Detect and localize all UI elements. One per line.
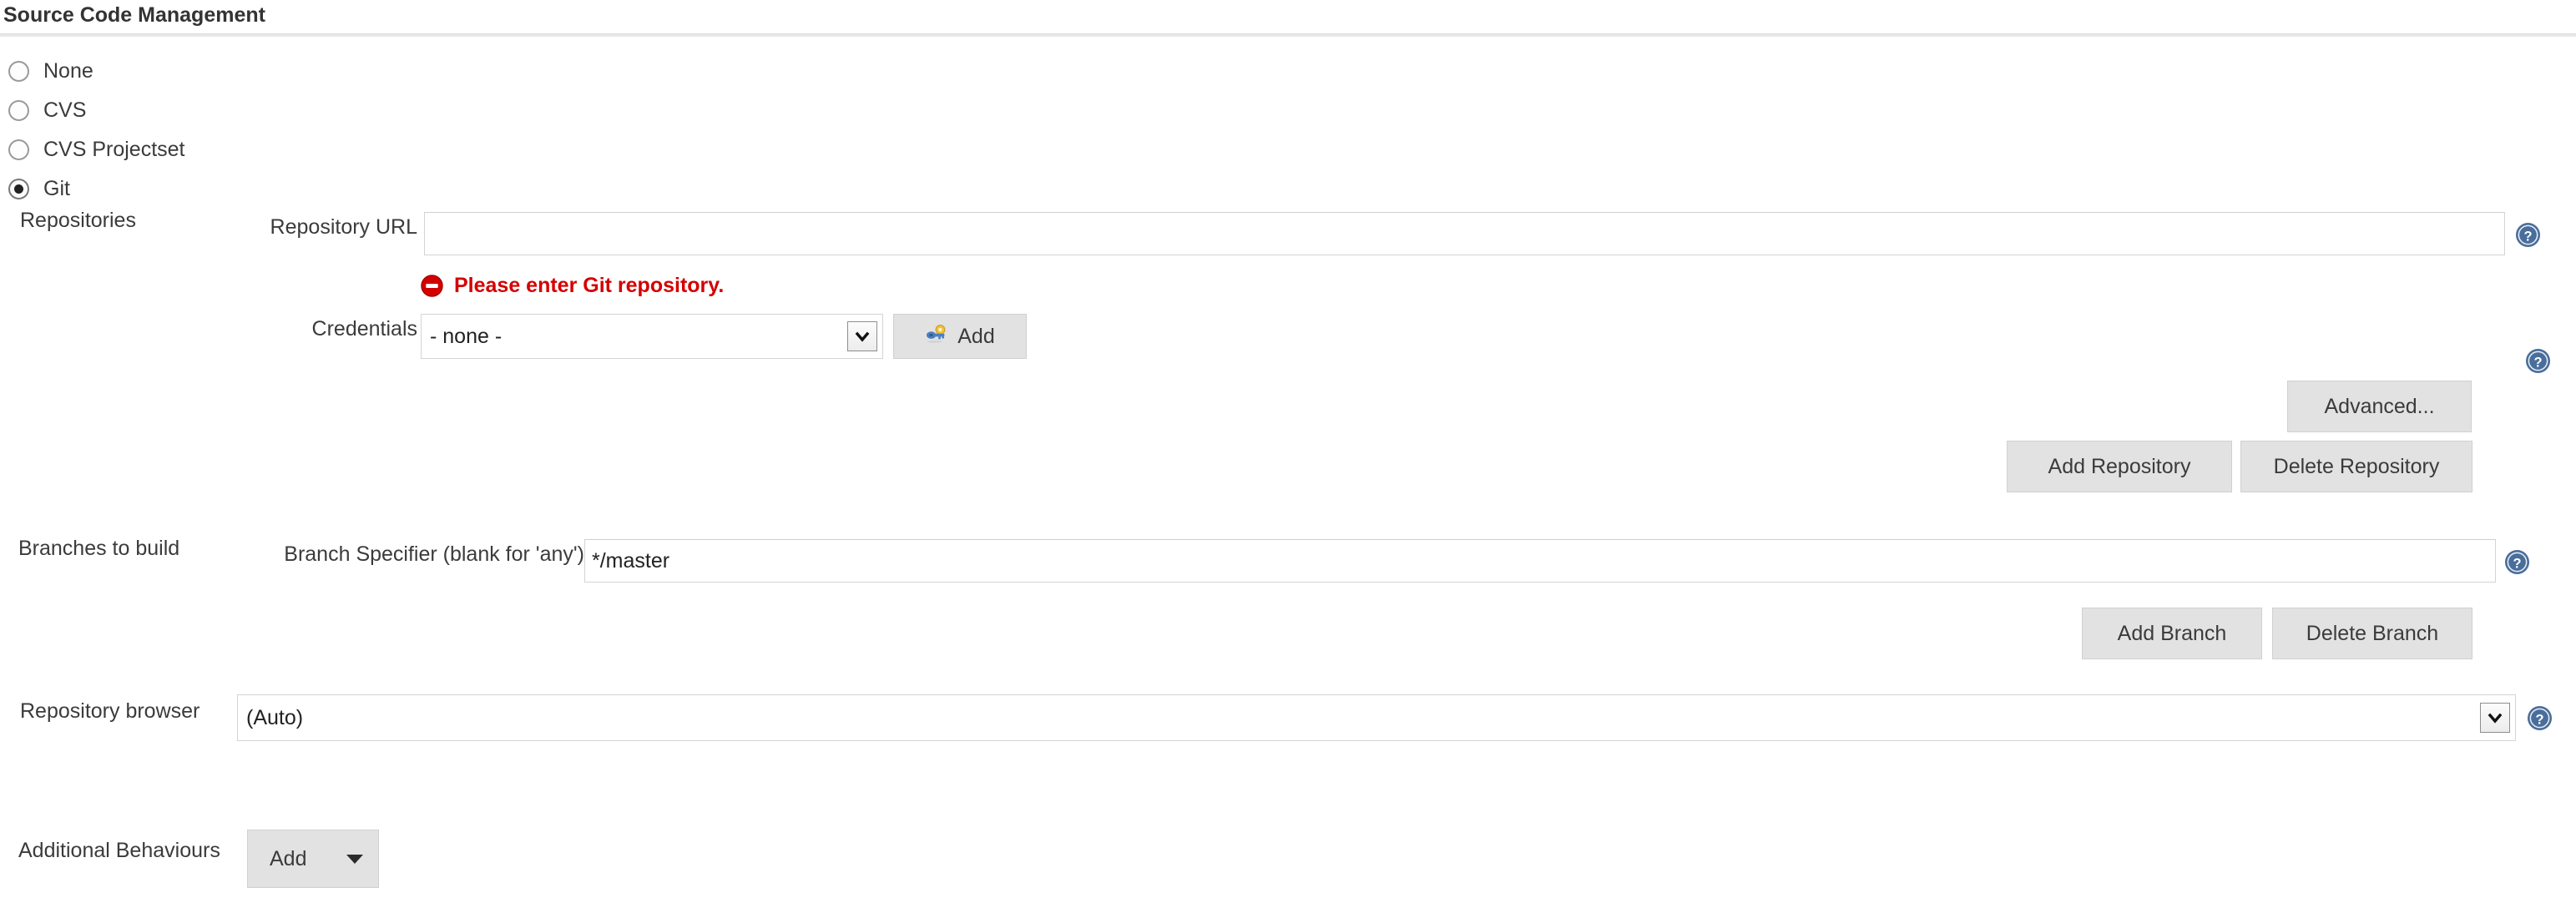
error-message-text: Please enter Git repository.	[454, 274, 725, 297]
add-repository-button[interactable]: Add Repository	[2007, 441, 2232, 492]
scm-radio-label: CVS	[43, 98, 87, 122]
branches-group-label: Branches to build	[18, 537, 180, 560]
radio-button-icon[interactable]	[8, 139, 29, 160]
add-credentials-button[interactable]: Add	[893, 314, 1027, 359]
repository-browser-select[interactable]: (Auto)	[237, 694, 2516, 741]
additional-behaviours-add-button[interactable]: Add	[247, 830, 379, 888]
credentials-key-icon	[925, 323, 947, 351]
advanced-button[interactable]: Advanced...	[2287, 381, 2472, 432]
repository-url-error: Please enter Git repository.	[421, 274, 724, 298]
scm-radio-cvs[interactable]: CVS	[8, 91, 185, 130]
help-icon-repository-browser[interactable]: ?	[2527, 705, 2553, 731]
section-divider	[0, 33, 2576, 37]
scm-radio-git[interactable]: Git	[8, 169, 185, 209]
repositories-group-label: Repositories	[20, 209, 136, 232]
credentials-select[interactable]: - none -	[421, 314, 883, 359]
chevron-down-icon[interactable]	[847, 321, 877, 351]
scm-radio-label: Git	[43, 177, 70, 200]
radio-button-icon[interactable]	[8, 100, 29, 121]
add-credentials-label: Add	[957, 324, 995, 348]
scm-radio-none[interactable]: None	[8, 52, 185, 91]
radio-button-icon[interactable]	[8, 61, 29, 82]
scm-radio-label: None	[43, 59, 93, 83]
radio-button-selected-icon[interactable]	[8, 179, 29, 199]
help-icon-branch-specifier[interactable]: ?	[2504, 549, 2530, 575]
svg-text:?: ?	[2513, 556, 2521, 571]
svg-text:?: ?	[2535, 712, 2543, 727]
credentials-label: Credentials	[311, 317, 417, 341]
additional-behaviours-label: Additional Behaviours	[18, 839, 220, 862]
add-branch-button[interactable]: Add Branch	[2082, 608, 2262, 659]
credentials-selected-value: - none -	[430, 324, 503, 348]
additional-behaviours-add-label: Add	[270, 846, 307, 870]
scm-radio-group[interactable]: None CVS CVS Projectset Git	[8, 52, 185, 209]
caret-down-icon	[346, 854, 363, 864]
delete-branch-button[interactable]: Delete Branch	[2272, 608, 2472, 659]
svg-text:?: ?	[2523, 229, 2532, 244]
chevron-down-icon[interactable]	[2480, 703, 2510, 733]
repository-browser-selected-value: (Auto)	[246, 705, 304, 729]
help-icon-credentials[interactable]: ?	[2525, 348, 2551, 374]
section-header: Source Code Management	[0, 0, 2576, 37]
repository-url-label: Repository URL	[270, 215, 417, 239]
scm-radio-label: CVS Projectset	[43, 138, 185, 161]
help-icon-repository-url[interactable]: ?	[2515, 222, 2541, 248]
svg-text:?: ?	[2533, 355, 2542, 370]
branch-specifier-label: Branch Specifier (blank for 'any')	[284, 542, 584, 566]
error-circle-icon	[421, 275, 443, 297]
scm-radio-cvs-projectset[interactable]: CVS Projectset	[8, 130, 185, 169]
repository-url-input[interactable]	[424, 212, 2505, 255]
page-title: Source Code Management	[3, 3, 265, 27]
branch-specifier-input[interactable]	[584, 539, 2496, 583]
repository-browser-label: Repository browser	[20, 699, 200, 723]
delete-repository-button[interactable]: Delete Repository	[2240, 441, 2472, 492]
